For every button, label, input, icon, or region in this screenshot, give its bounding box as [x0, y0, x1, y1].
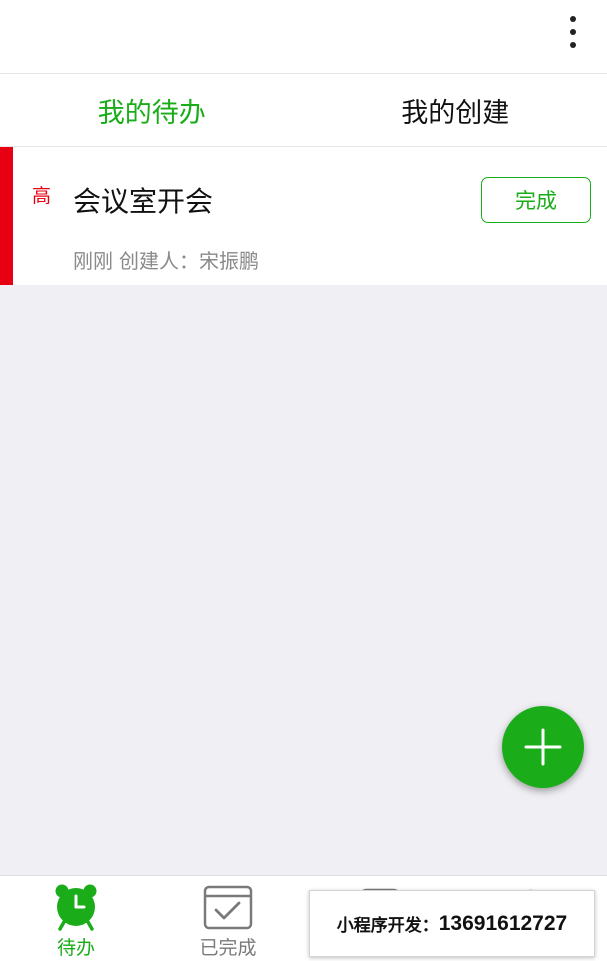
- more-icon: [570, 16, 576, 22]
- task-creator-label: 创建人：: [119, 249, 199, 273]
- tab-bar: 我的待办 我的创建: [0, 74, 607, 147]
- tabbar-item-completed[interactable]: 已完成: [152, 876, 304, 961]
- complete-button[interactable]: 完成: [481, 177, 591, 223]
- tabbar-label-completed: 已完成: [152, 933, 304, 960]
- more-options-button[interactable]: [559, 12, 587, 52]
- contact-label: 小程序开发：: [337, 911, 439, 936]
- developer-contact-banner: 小程序开发： 13691612727: [309, 890, 595, 957]
- alarm-clock-icon: [53, 883, 99, 931]
- task-creator-group: 创建人：宋振鹏: [119, 245, 259, 274]
- tab-my-created[interactable]: 我的创建: [304, 74, 607, 146]
- priority-bar: [0, 147, 13, 285]
- tab-my-todos[interactable]: 我的待办: [0, 74, 304, 146]
- task-title: 会议室开会: [73, 180, 213, 220]
- plus-icon: [523, 727, 563, 767]
- contact-phone: 13691612727: [439, 912, 567, 936]
- checkbox-icon: [203, 884, 253, 930]
- top-bar: [0, 0, 607, 74]
- tabbar-item-todo[interactable]: 待办: [0, 876, 152, 961]
- task-creator: 宋振鹏: [199, 249, 259, 273]
- priority-label: 高: [32, 181, 51, 208]
- task-meta: 刚刚 创建人：宋振鹏: [73, 245, 259, 274]
- add-task-button[interactable]: [502, 706, 584, 788]
- tabbar-label-todo: 待办: [0, 933, 152, 960]
- task-card[interactable]: 高 会议室开会 刚刚 创建人：宋振鹏 完成: [0, 147, 607, 285]
- task-time: 刚刚: [73, 245, 113, 274]
